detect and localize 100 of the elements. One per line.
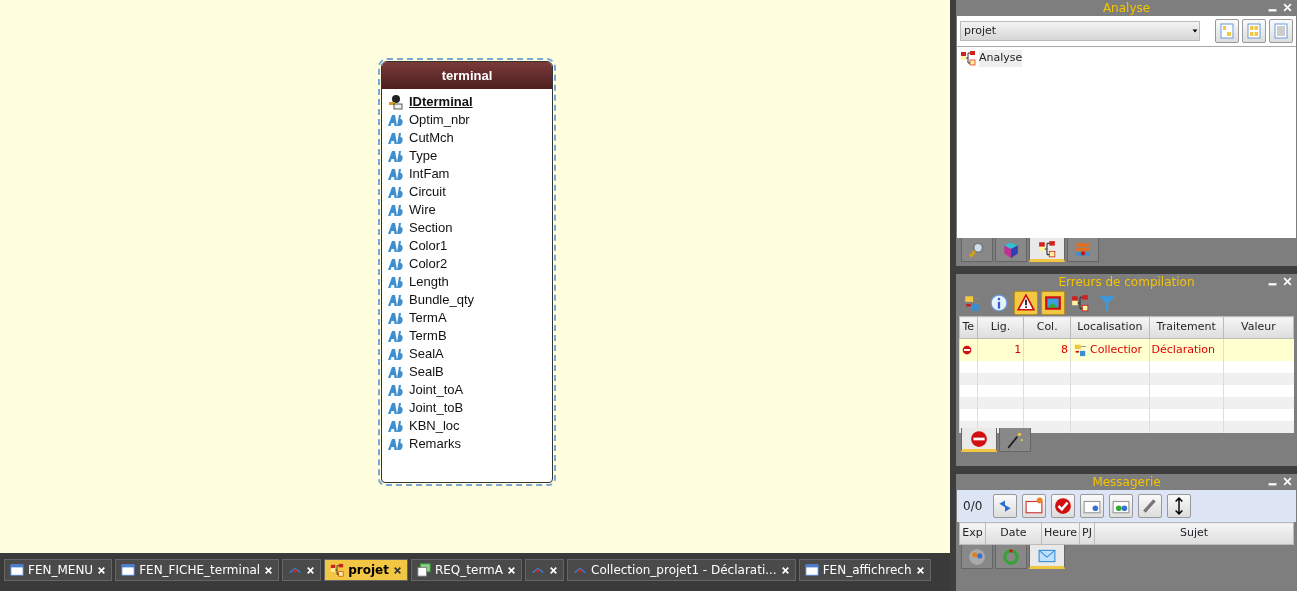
panel-tab[interactable]: [995, 238, 1027, 262]
field-name[interactable]: SealB: [409, 362, 444, 382]
stop-sign-icon: [970, 429, 988, 448]
field-name[interactable]: Section: [409, 218, 453, 238]
column-header[interactable]: Lig.: [977, 316, 1024, 339]
text-field-icon: [387, 202, 403, 218]
document-tab[interactable]: Collection_projet1 - Déclarati...: [567, 559, 796, 581]
magnifier-icon: [968, 240, 986, 259]
panel-tab[interactable]: [999, 428, 1031, 452]
image-icon[interactable]: [1044, 294, 1062, 312]
tree-diagram-icon: [960, 50, 976, 67]
panel-tab[interactable]: [961, 238, 993, 262]
field-name[interactable]: Remarks: [409, 434, 461, 454]
column-header[interactable]: Exp: [959, 522, 986, 545]
field-name[interactable]: IntFam: [409, 164, 450, 184]
people-icon: [968, 547, 986, 566]
field-name[interactable]: Length: [409, 272, 449, 292]
info-icon[interactable]: [990, 294, 1008, 312]
field-name[interactable]: Joint_toA: [409, 380, 464, 400]
field-name[interactable]: Joint_toB: [409, 398, 464, 418]
column-header[interactable]: Traitement: [1149, 316, 1224, 339]
error-row[interactable]: 1 8 Collectior Déclaration: [959, 338, 1294, 361]
field-name[interactable]: Optim_nbr: [409, 110, 470, 130]
text-field-icon: [387, 256, 403, 272]
column-header[interactable]: Sujet: [1094, 522, 1294, 545]
document-tab[interactable]: FEN_FICHE_terminal: [115, 559, 280, 581]
text-field-icon: [387, 238, 403, 254]
project-dropdown[interactable]: projet: [960, 21, 1200, 41]
panel-title: Erreurs de compilation: [1058, 274, 1195, 291]
window-icon: [10, 563, 24, 577]
field-name[interactable]: Color1: [409, 236, 448, 256]
text-field-icon: [387, 292, 403, 308]
field-name[interactable]: Wire: [409, 200, 436, 220]
text-field-icon: [387, 148, 403, 164]
text-field-icon: [387, 346, 403, 362]
table-cell: 8: [1023, 338, 1071, 361]
column-header[interactable]: Heure: [1041, 522, 1080, 545]
text-field-icon: [387, 310, 403, 326]
column-header[interactable]: Localisation: [1070, 316, 1150, 339]
magic-wand-icon: [1006, 430, 1024, 449]
panel-title: Messagerie: [1092, 474, 1161, 491]
tree-diagram-icon: [330, 563, 345, 577]
field-name[interactable]: KBN_loc: [409, 416, 460, 436]
tree-diagram-icon: [1038, 239, 1056, 258]
tree-diagram-icon[interactable]: [1071, 294, 1089, 312]
checkmark-icon[interactable]: [1054, 497, 1073, 515]
ring-icon: [1002, 547, 1020, 566]
close-icon[interactable]: [392, 565, 402, 575]
field-name[interactable]: IDterminal: [409, 92, 473, 112]
document-tab[interactable]: [525, 559, 564, 581]
dropdown-arrow-icon: [1191, 27, 1199, 35]
text-field-icon: [387, 274, 403, 290]
text-field-icon: [387, 112, 403, 128]
field-name[interactable]: Bundle_qty: [409, 290, 475, 310]
table-cell: Déclaration: [1149, 338, 1224, 361]
column-header[interactable]: Date: [985, 522, 1042, 545]
column-header[interactable]: Col.: [1023, 316, 1071, 339]
panel-tab[interactable]: [1029, 238, 1065, 262]
field-name[interactable]: TermA: [409, 308, 447, 328]
column-header[interactable]: Te: [959, 316, 978, 339]
panel-tab[interactable]: [961, 428, 997, 452]
field-name[interactable]: CutMch: [409, 128, 454, 148]
stacked-layers-icon: [1074, 240, 1092, 259]
field-name[interactable]: Type: [409, 146, 438, 166]
new-mail-icon[interactable]: [1025, 497, 1044, 515]
tree-item[interactable]: Analyse: [979, 50, 1023, 67]
text-field-icon: [387, 382, 403, 398]
field-name[interactable]: Color2: [409, 254, 448, 274]
text-field-icon: [387, 364, 403, 380]
message-counter: 0/0: [963, 498, 983, 515]
document-tab[interactable]: FEN_affichrech: [798, 559, 931, 581]
column-header[interactable]: Valeur: [1223, 316, 1294, 339]
field-name[interactable]: Circuit: [409, 182, 446, 202]
text-field-icon: [387, 166, 403, 182]
entity-table[interactable]: terminal IDterminal Optim_nbr CutMch Type IntFam Circuit Wire Section Color1 Color2 Length Bundle_qty TermA TermB SealA SealB Joint_toA Joint_toB KBN_loc Remarks: [381, 61, 553, 483]
document-tab[interactable]: projet: [324, 559, 408, 581]
window-icon: [804, 563, 819, 577]
panel-tab[interactable]: [1029, 545, 1065, 569]
text-field-icon: [387, 418, 403, 434]
cube-icon: [1002, 240, 1020, 259]
text-field-icon: [387, 130, 403, 146]
document-tab[interactable]: REQ_termA: [410, 559, 522, 581]
query-table-icon: [416, 563, 431, 577]
text-field-icon: [387, 184, 403, 200]
field-name[interactable]: TermB: [409, 326, 447, 346]
error-icon: [962, 344, 972, 355]
window-icon: [121, 563, 136, 577]
panel-tab[interactable]: [961, 545, 993, 569]
text-field-icon: [387, 436, 403, 452]
document-tab[interactable]: [282, 559, 322, 581]
text-field-icon: [387, 328, 403, 344]
text-field-icon: [387, 220, 403, 236]
table-cell: Collectior: [1090, 341, 1142, 358]
table-cell: 1: [977, 338, 1024, 361]
field-name[interactable]: SealA: [409, 344, 444, 364]
warning-icon[interactable]: [1017, 294, 1035, 312]
text-field-icon: [387, 400, 403, 416]
panel-title: Analyse: [1102, 0, 1151, 17]
document-tab[interactable]: FEN_MENU: [4, 559, 113, 581]
entity-title: terminal: [382, 62, 552, 89]
